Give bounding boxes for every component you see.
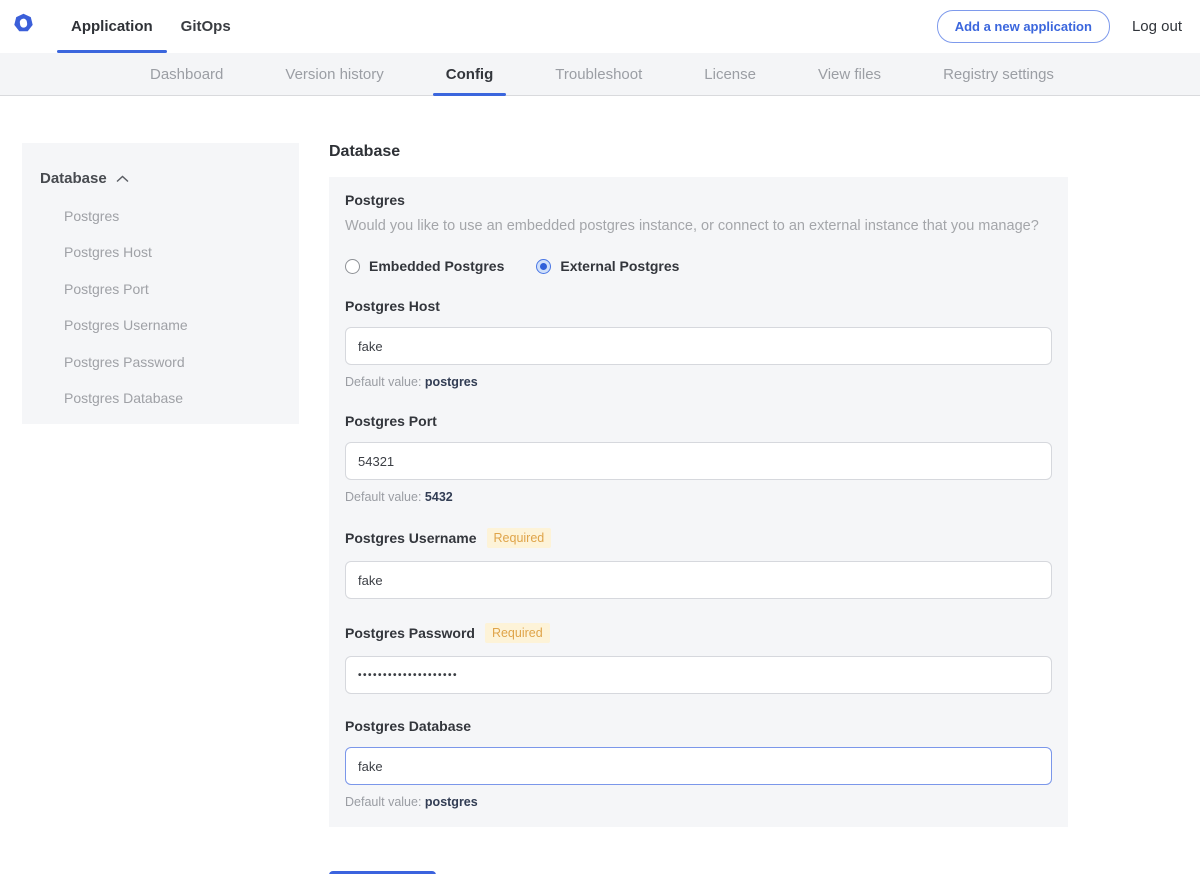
postgres-choice-group: Postgres Would you like to use an embedd… [345, 192, 1052, 274]
sidebar-item-postgres-database[interactable]: Postgres Database [64, 390, 281, 406]
postgres-username-input[interactable] [345, 561, 1052, 599]
postgres-password-input[interactable] [345, 656, 1052, 694]
subnav-label: Troubleshoot [555, 66, 642, 83]
radio-label: External Postgres [560, 258, 679, 274]
sidebar-group-database[interactable]: Database [40, 170, 281, 187]
config-sidebar: Database Postgres Postgres Host Postgres… [22, 143, 299, 424]
field-label: Postgres Host [345, 298, 440, 314]
radio-selected-icon [536, 259, 551, 274]
subnav-label: Dashboard [150, 66, 223, 83]
field-label: Postgres Password [345, 625, 475, 641]
subnav-license[interactable]: License [691, 53, 769, 95]
sidebar-item-postgres-username[interactable]: Postgres Username [64, 317, 281, 333]
config-page-content: Database Postgres Postgres Host Postgres… [0, 96, 1200, 874]
required-badge: Required [487, 528, 552, 548]
sidebar-group-label: Database [40, 170, 107, 187]
postgres-host-input[interactable] [345, 327, 1052, 365]
logout-button[interactable]: Log out [1132, 18, 1182, 35]
default-label: Default value: [345, 490, 421, 504]
field-label: Postgres Username [345, 530, 477, 546]
subnav-label: Config [446, 66, 493, 83]
radio-external-postgres[interactable]: External Postgres [536, 258, 679, 274]
default-value: postgres [425, 375, 478, 389]
postgres-group-label: Postgres [345, 192, 1052, 208]
app-subnav: Dashboard Version history Config Trouble… [0, 53, 1200, 96]
chevron-up-icon [116, 170, 129, 187]
field-default-hint: Default value: postgres [345, 375, 1052, 389]
top-tab-label: Application [71, 18, 153, 35]
subnav-version-history[interactable]: Version history [272, 53, 396, 95]
sidebar-item-postgres-password[interactable]: Postgres Password [64, 354, 281, 370]
subnav-registry-settings[interactable]: Registry settings [930, 53, 1067, 95]
field-postgres-username: Postgres Username Required [345, 528, 1052, 599]
subnav-label: Registry settings [943, 66, 1054, 83]
field-postgres-port: Postgres Port Default value: 5432 [345, 413, 1052, 504]
field-default-hint: Default value: postgres [345, 795, 1052, 809]
section-heading: Database [329, 143, 1068, 161]
subnav-label: View files [818, 66, 881, 83]
sidebar-item-postgres-port[interactable]: Postgres Port [64, 281, 281, 297]
sidebar-item-postgres-host[interactable]: Postgres Host [64, 244, 281, 260]
postgres-radio-group: Embedded Postgres External Postgres [345, 258, 1052, 274]
subnav-troubleshoot[interactable]: Troubleshoot [542, 53, 655, 95]
top-tab-label: GitOps [181, 18, 231, 35]
config-main-area: Database Postgres Would you like to use … [329, 143, 1068, 874]
top-tab-application[interactable]: Application [57, 0, 167, 53]
subnav-config[interactable]: Config [433, 53, 506, 95]
radio-unselected-icon [345, 259, 360, 274]
postgres-port-input[interactable] [345, 442, 1052, 480]
postgres-group-help-text: Would you like to use an embedded postgr… [345, 218, 1052, 234]
topbar-actions: Add a new application Log out [937, 0, 1200, 53]
field-postgres-database: Postgres Database Default value: postgre… [345, 718, 1052, 809]
database-config-panel: Postgres Would you like to use an embedd… [329, 177, 1068, 827]
field-postgres-host: Postgres Host Default value: postgres [345, 298, 1052, 389]
postgres-database-input[interactable] [345, 747, 1052, 785]
subnav-label: License [704, 66, 756, 83]
app-logo[interactable] [0, 0, 57, 53]
subnav-view-files[interactable]: View files [805, 53, 894, 95]
default-value: postgres [425, 795, 478, 809]
default-label: Default value: [345, 375, 421, 389]
radio-embedded-postgres[interactable]: Embedded Postgres [345, 258, 504, 274]
sidebar-item-postgres[interactable]: Postgres [64, 208, 281, 224]
subnav-label: Version history [285, 66, 383, 83]
default-value: 5432 [425, 490, 453, 504]
sidebar-item-list: Postgres Postgres Host Postgres Port Pos… [40, 208, 281, 407]
top-navigation-bar: Application GitOps Add a new application… [0, 0, 1200, 53]
required-badge: Required [485, 623, 550, 643]
field-label: Postgres Port [345, 413, 437, 429]
subnav-dashboard[interactable]: Dashboard [137, 53, 236, 95]
kots-logo-icon [12, 13, 35, 41]
default-label: Default value: [345, 795, 421, 809]
field-default-hint: Default value: 5432 [345, 490, 1052, 504]
topbar-spacer [245, 0, 937, 53]
top-tab-gitops[interactable]: GitOps [167, 0, 245, 53]
field-postgres-password: Postgres Password Required [345, 623, 1052, 694]
add-application-button[interactable]: Add a new application [937, 10, 1110, 43]
radio-label: Embedded Postgres [369, 258, 504, 274]
field-label: Postgres Database [345, 718, 471, 734]
